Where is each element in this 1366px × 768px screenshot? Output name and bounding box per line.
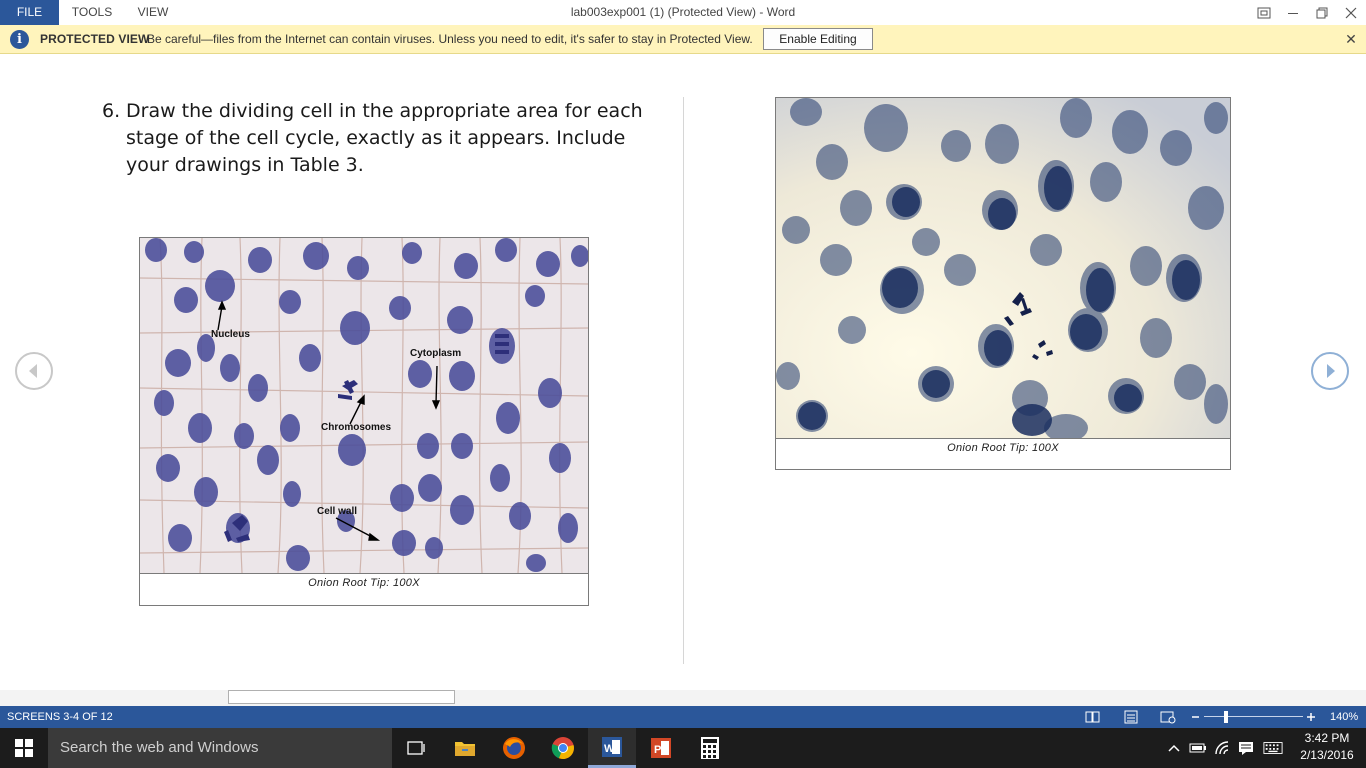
screen-count: SCREENS 3-4 OF 12 (7, 711, 113, 723)
start-button[interactable] (0, 728, 48, 768)
enable-editing-button[interactable]: Enable Editing (763, 28, 873, 50)
calculator-button[interactable] (686, 728, 734, 768)
word-icon: W (602, 736, 622, 757)
keyboard-button[interactable] (1263, 738, 1283, 758)
calculator-icon (701, 737, 719, 759)
web-layout-button[interactable] (1160, 709, 1176, 725)
notifications-button[interactable] (1236, 738, 1256, 758)
protected-view-bar: i PROTECTED VIEW Be careful—files from t… (0, 25, 1366, 54)
taskbar: Search the web and Windows W P 3:42 PM 2… (0, 728, 1366, 768)
micrograph-image (140, 238, 588, 573)
powerpoint-button[interactable]: P (637, 728, 685, 768)
network-button[interactable] (1213, 738, 1233, 758)
window-title: lab003exp001 (1) (Protected View) - Word (570, 5, 796, 19)
label-cell-wall: Cell wall (317, 506, 358, 517)
chrome-button[interactable] (539, 728, 587, 768)
clock-time: 3:42 PM (1304, 731, 1350, 745)
scrollbar-thumb[interactable] (228, 690, 455, 704)
print-layout-button[interactable] (1123, 709, 1139, 725)
previous-screen-button[interactable] (15, 352, 53, 390)
svg-text:W: W (604, 743, 615, 755)
zoom-out-button[interactable] (1188, 709, 1204, 725)
zoom-slider-thumb[interactable] (1223, 711, 1228, 723)
label-chromosomes: Chromosomes (321, 422, 392, 433)
windows-logo-icon (15, 739, 33, 757)
minimize-icon (1288, 12, 1298, 14)
powerpoint-icon: P (651, 738, 671, 758)
close-window-button[interactable] (1337, 0, 1365, 25)
instruction-number: 6. (102, 100, 121, 122)
close-bar-icon[interactable]: ✕ (1343, 29, 1359, 49)
left-figure-caption: Onion Root Tip: 100X (140, 573, 588, 605)
full-screen-icon (1257, 7, 1271, 18)
protected-view-title: PROTECTED VIEW (40, 32, 150, 46)
battery-icon (1189, 743, 1206, 753)
info-icon: i (10, 30, 29, 49)
web-layout-icon (1160, 711, 1176, 724)
restore-icon (1316, 7, 1328, 18)
label-nucleus: Nucleus (211, 329, 250, 340)
menu-view[interactable]: VIEW (125, 0, 181, 25)
word-button[interactable]: W (588, 728, 636, 768)
menu-file[interactable]: FILE (0, 0, 59, 25)
firefox-icon (503, 737, 525, 759)
message-icon (1239, 742, 1253, 755)
zoom-level[interactable]: 140% (1330, 706, 1358, 728)
zoom-slider-track[interactable] (1204, 716, 1303, 717)
minus-icon (1192, 716, 1199, 718)
task-view-button[interactable] (392, 728, 440, 768)
zoom-in-button[interactable] (1303, 709, 1319, 725)
menu-tools[interactable]: TOOLS (59, 0, 125, 25)
onion-root-micrograph-labeled: Nucleus Cytoplasm Chromosomes Cell wall (140, 238, 588, 573)
onion-root-micrograph (776, 98, 1230, 438)
right-figure: Onion Root Tip: 100X (775, 97, 1231, 470)
svg-text:P: P (654, 744, 661, 756)
clock[interactable]: 3:42 PM 2/13/2016 (1294, 730, 1360, 764)
battery-button[interactable] (1188, 738, 1208, 758)
firefox-button[interactable] (490, 728, 538, 768)
folder-icon (455, 742, 475, 756)
label-cytoplasm: Cytoplasm (410, 348, 462, 359)
plus-icon (1307, 713, 1315, 721)
clock-date: 2/13/2016 (1300, 748, 1354, 762)
horizontal-scrollbar[interactable] (0, 690, 1366, 706)
instruction-text: Draw the dividing cell in the appropriat… (126, 100, 643, 176)
next-screen-button[interactable] (1311, 352, 1349, 390)
arrow-left-icon (29, 364, 37, 378)
taskbar-search[interactable]: Search the web and Windows (48, 728, 392, 768)
chevron-up-icon (1168, 744, 1180, 752)
arrow-right-icon (1327, 364, 1335, 378)
file-explorer-button[interactable] (441, 728, 489, 768)
book-icon (1085, 711, 1100, 723)
right-figure-caption: Onion Root Tip: 100X (776, 438, 1230, 469)
protected-view-message: Be careful—files from the Internet can c… (147, 32, 753, 46)
show-hidden-icons-button[interactable] (1164, 738, 1184, 758)
task-view-icon (407, 741, 425, 755)
wifi-icon (1215, 741, 1229, 755)
minimize-button[interactable] (1279, 0, 1307, 25)
keyboard-icon (1263, 742, 1283, 754)
title-bar: FILE TOOLS VIEW lab003exp001 (1) (Protec… (0, 0, 1366, 25)
close-icon (1345, 7, 1357, 18)
page-divider (683, 97, 684, 664)
status-bar: SCREENS 3-4 OF 12 140% (0, 706, 1366, 728)
chrome-icon (551, 737, 574, 760)
restore-button[interactable] (1308, 0, 1336, 25)
left-figure: Nucleus Cytoplasm Chromosomes Cell wall … (139, 237, 589, 606)
full-screen-button[interactable] (1250, 0, 1278, 25)
page-layout-icon (1124, 710, 1138, 724)
document-page: 6. Draw the dividing cell in the appropr… (0, 54, 1366, 690)
micrograph-image (776, 98, 1230, 438)
read-mode-button[interactable] (1085, 709, 1101, 725)
